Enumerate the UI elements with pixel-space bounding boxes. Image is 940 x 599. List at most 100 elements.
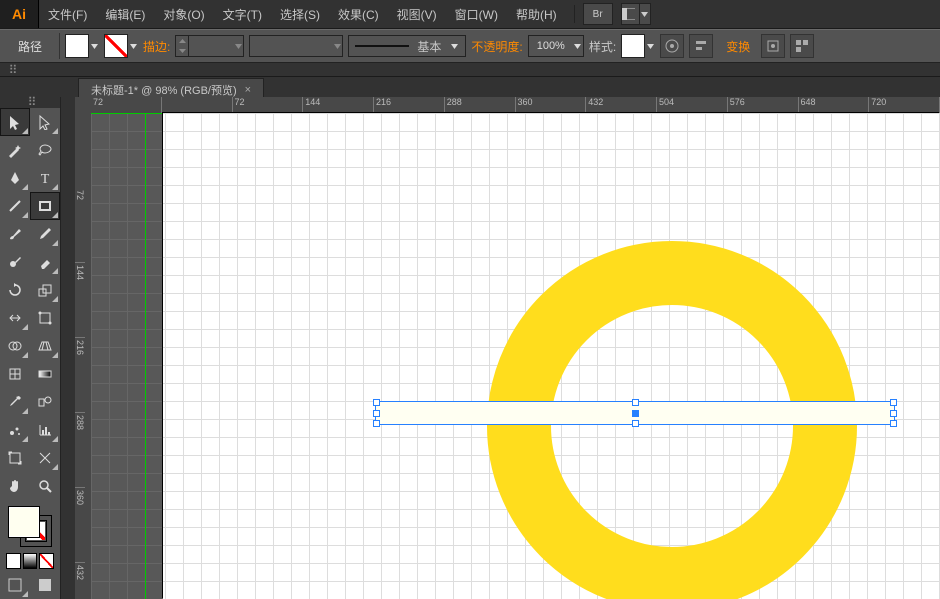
- canvas[interactable]: 7272144216288360432504576648720 72144216…: [75, 97, 940, 599]
- chevron-down-icon[interactable]: [89, 35, 99, 57]
- handle-mid-bottom[interactable]: [632, 420, 639, 427]
- blob-brush-tool[interactable]: [0, 248, 30, 276]
- artboard-tool[interactable]: [0, 444, 30, 472]
- close-icon[interactable]: ×: [245, 84, 251, 96]
- symbol-sprayer-tool[interactable]: [0, 416, 30, 444]
- align-panel-button[interactable]: [689, 34, 713, 58]
- tool-dock-bar[interactable]: ⠿: [0, 63, 940, 77]
- slice-tool[interactable]: [30, 444, 60, 472]
- handle-top-right[interactable]: [890, 399, 897, 406]
- handle-bottom-right[interactable]: [890, 420, 897, 427]
- workspace-switcher[interactable]: [621, 3, 651, 25]
- opacity-label[interactable]: 不透明度:: [471, 38, 522, 55]
- bridge-button[interactable]: Br: [583, 3, 613, 25]
- artboard[interactable]: [163, 113, 940, 599]
- stroke-swatch-none[interactable]: [104, 34, 128, 58]
- menu-object[interactable]: 对象(O): [154, 0, 213, 28]
- profile-label: 基本: [417, 38, 441, 55]
- color-mode-solid[interactable]: [6, 553, 21, 569]
- screen-mode-normal[interactable]: [0, 571, 30, 599]
- guide-vertical[interactable]: [145, 113, 146, 599]
- rectangle-tool[interactable]: [30, 192, 60, 220]
- chevron-down-icon[interactable]: [233, 35, 243, 57]
- eyedropper-tool[interactable]: [0, 388, 30, 416]
- ruler-tick: 216: [374, 97, 445, 113]
- chevron-down-icon[interactable]: [128, 35, 138, 57]
- stroke-weight-input[interactable]: [175, 35, 244, 57]
- menu-select[interactable]: 选择(S): [271, 0, 329, 28]
- ruler-vertical[interactable]: 72144216288360432504: [75, 113, 92, 599]
- pencil-tool[interactable]: [30, 220, 60, 248]
- stepper-icon[interactable]: [176, 36, 189, 56]
- opacity-input[interactable]: 100%: [528, 35, 584, 57]
- handle-mid-right[interactable]: [890, 410, 897, 417]
- menu-type[interactable]: 文字(T): [214, 0, 271, 28]
- menu-help[interactable]: 帮助(H): [507, 0, 566, 28]
- isolate-button[interactable]: [761, 34, 785, 58]
- menu-effect[interactable]: 效果(C): [329, 0, 388, 28]
- ruler-horizontal[interactable]: 7272144216288360432504576648720: [91, 97, 940, 114]
- menu-file[interactable]: 文件(F): [39, 0, 96, 28]
- chevron-down-icon[interactable]: [449, 35, 459, 57]
- tool-grip[interactable]: ⠿: [0, 97, 60, 108]
- handle-mid-left[interactable]: [373, 410, 380, 417]
- selected-rectangle[interactable]: [375, 401, 895, 425]
- ruler-tick: 648: [799, 97, 870, 113]
- menu-view[interactable]: 视图(V): [388, 0, 446, 28]
- graphic-style-dropdown[interactable]: [621, 34, 655, 58]
- stroke-profile-dropdown[interactable]: 基本: [348, 35, 466, 57]
- eraser-tool[interactable]: [30, 248, 60, 276]
- app-logo: Ai: [0, 0, 39, 28]
- mesh-tool[interactable]: [0, 360, 30, 388]
- ruler-origin[interactable]: [75, 97, 92, 114]
- fill-box[interactable]: [8, 506, 40, 538]
- color-mode-gradient[interactable]: [23, 553, 38, 569]
- style-swatch[interactable]: [621, 34, 645, 58]
- line-tool[interactable]: [0, 192, 30, 220]
- chevron-down-icon[interactable]: [573, 35, 583, 57]
- width-tool[interactable]: [0, 304, 30, 332]
- type-tool[interactable]: T: [30, 164, 60, 192]
- shape-builder-tool[interactable]: [0, 332, 30, 360]
- gradient-tool[interactable]: [30, 360, 60, 388]
- direct-select-tool[interactable]: [30, 108, 60, 136]
- menu-edit[interactable]: 编辑(E): [96, 0, 154, 28]
- zoom-tool[interactable]: [30, 472, 60, 500]
- fill-swatch-group[interactable]: [65, 34, 99, 58]
- handle-center[interactable]: [632, 410, 639, 417]
- rotate-tool[interactable]: [0, 276, 30, 304]
- free-transform-tool[interactable]: [30, 304, 60, 332]
- handle-bottom-left[interactable]: [373, 420, 380, 427]
- drag-handle-icon[interactable]: ⠿: [4, 66, 22, 74]
- handle-top-left[interactable]: [373, 399, 380, 406]
- graph-tool[interactable]: [30, 416, 60, 444]
- chevron-down-icon[interactable]: [645, 35, 655, 57]
- handle-mid-top[interactable]: [632, 399, 639, 406]
- perspective-grid-tool[interactable]: [30, 332, 60, 360]
- menu-window[interactable]: 窗口(W): [446, 0, 507, 28]
- hand-tool[interactable]: [0, 472, 30, 500]
- fill-stroke-control[interactable]: [6, 504, 54, 549]
- recolor-button[interactable]: [660, 34, 684, 58]
- color-mode-none[interactable]: [39, 553, 54, 569]
- change-screen-mode[interactable]: [30, 571, 60, 599]
- brush-preset-dropdown[interactable]: [249, 35, 343, 57]
- pen-tool[interactable]: [0, 164, 30, 192]
- lasso-tool[interactable]: [30, 136, 60, 164]
- ruler-tick: 432: [586, 97, 657, 113]
- grid-icon: [795, 39, 809, 53]
- magic-wand-tool[interactable]: [0, 136, 30, 164]
- drag-handle-icon[interactable]: ⠿: [23, 98, 41, 106]
- transform-button[interactable]: 变换: [726, 38, 750, 55]
- align-icon: [694, 39, 708, 53]
- scale-tool[interactable]: [30, 276, 60, 304]
- extras-button[interactable]: [790, 34, 814, 58]
- paintbrush-tool[interactable]: [0, 220, 30, 248]
- stroke-swatch-group[interactable]: [104, 34, 138, 58]
- fill-swatch[interactable]: [65, 34, 89, 58]
- tab-title: 未标题-1* @ 98% (RGB/预览): [91, 82, 237, 98]
- stroke-label[interactable]: 描边:: [143, 38, 170, 55]
- selection-tool[interactable]: [0, 108, 30, 136]
- blend-tool[interactable]: [30, 388, 60, 416]
- chevron-down-icon[interactable]: [332, 35, 342, 57]
